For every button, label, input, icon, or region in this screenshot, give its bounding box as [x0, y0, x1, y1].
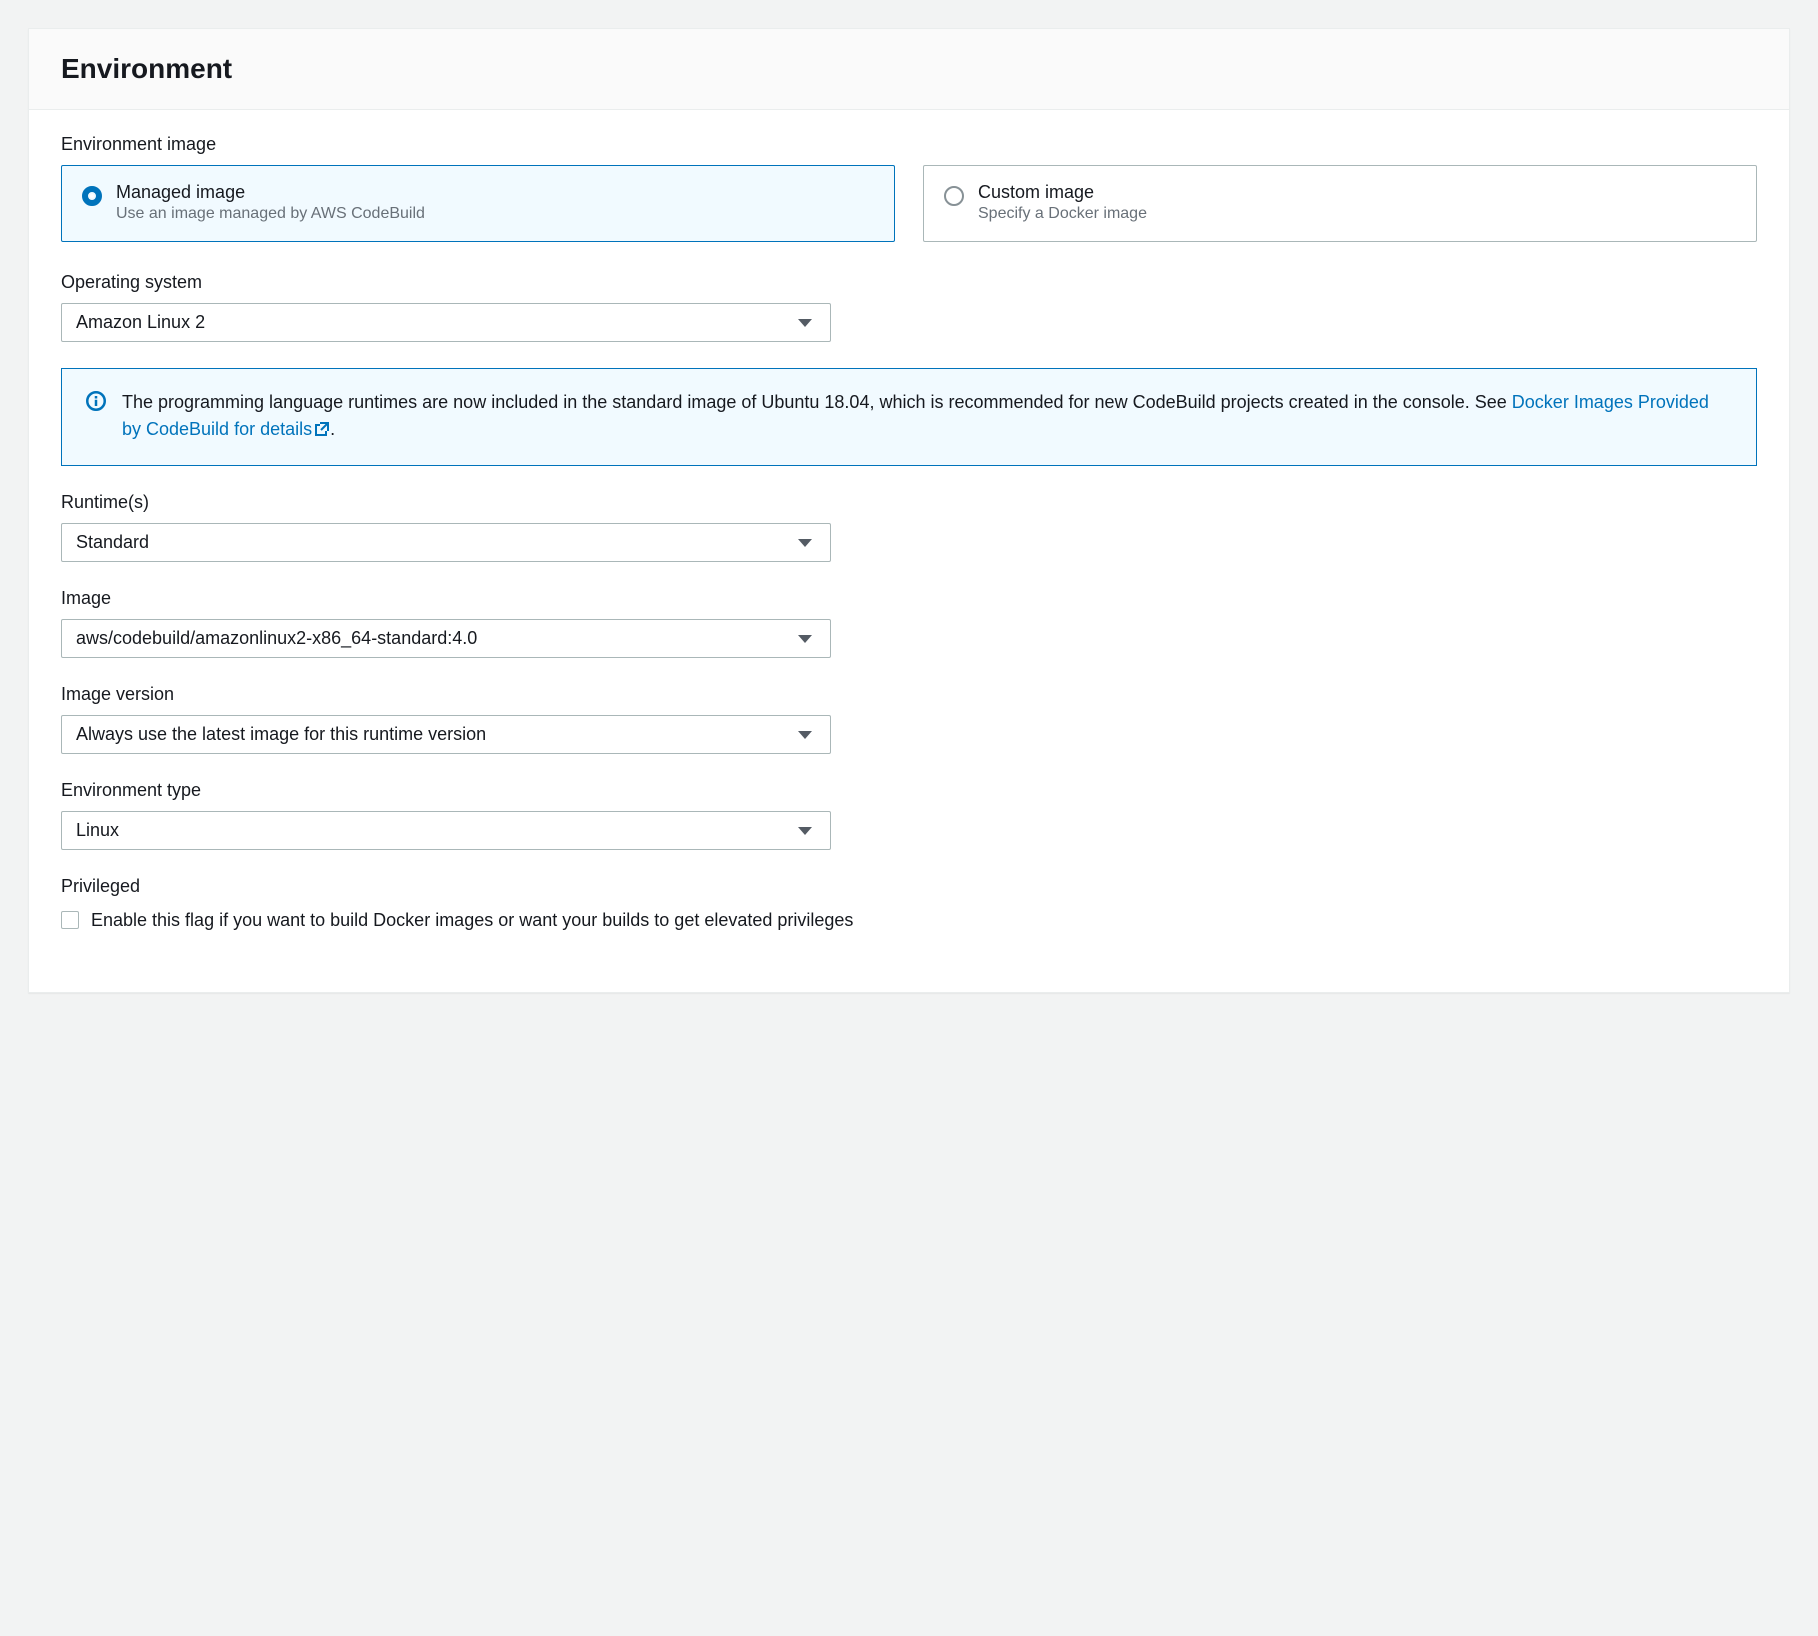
tile-managed-image[interactable]: Managed image Use an image managed by AW… [61, 165, 895, 242]
image-select[interactable]: aws/codebuild/amazonlinux2-x86_64-standa… [61, 619, 831, 658]
select-value: Amazon Linux 2 [76, 312, 205, 333]
caret-down-icon [798, 319, 812, 327]
runtimes-label: Runtime(s) [61, 492, 1757, 513]
panel-body: Environment image Managed image Use an i… [29, 110, 1789, 992]
info-text-suffix: . [330, 419, 335, 439]
privileged-checkbox[interactable] [61, 911, 79, 929]
caret-down-icon [798, 635, 812, 643]
image-version-group: Image version Always use the latest imag… [61, 684, 1757, 754]
operating-system-label: Operating system [61, 272, 1757, 293]
image-label: Image [61, 588, 1757, 609]
environment-type-label: Environment type [61, 780, 1757, 801]
info-text: The programming language runtimes are no… [122, 389, 1732, 445]
privileged-checkbox-row[interactable]: Enable this flag if you want to build Do… [61, 907, 1757, 934]
environment-image-group: Environment image Managed image Use an i… [61, 134, 1757, 242]
operating-system-select[interactable]: Amazon Linux 2 [61, 303, 831, 342]
operating-system-group: Operating system Amazon Linux 2 [61, 272, 1757, 342]
select-value: aws/codebuild/amazonlinux2-x86_64-standa… [76, 628, 477, 649]
tile-title: Custom image [978, 182, 1147, 203]
info-text-prefix: The programming language runtimes are no… [122, 392, 1512, 412]
environment-image-tiles: Managed image Use an image managed by AW… [61, 165, 1757, 242]
image-version-select[interactable]: Always use the latest image for this run… [61, 715, 831, 754]
info-icon [86, 389, 106, 445]
environment-type-group: Environment type Linux [61, 780, 1757, 850]
radio-icon [82, 186, 102, 206]
select-value: Linux [76, 820, 119, 841]
privileged-group: Privileged Enable this flag if you want … [61, 876, 1757, 934]
runtimes-group: Runtime(s) Standard [61, 492, 1757, 562]
environment-image-label: Environment image [61, 134, 1757, 155]
tile-desc: Specify a Docker image [978, 205, 1147, 223]
image-version-label: Image version [61, 684, 1757, 705]
tile-desc: Use an image managed by AWS CodeBuild [116, 205, 425, 223]
caret-down-icon [798, 539, 812, 547]
privileged-checkbox-label: Enable this flag if you want to build Do… [91, 907, 853, 934]
image-group: Image aws/codebuild/amazonlinux2-x86_64-… [61, 588, 1757, 658]
panel-header: Environment [29, 29, 1789, 110]
environment-type-select[interactable]: Linux [61, 811, 831, 850]
radio-icon [944, 186, 964, 206]
runtimes-select[interactable]: Standard [61, 523, 831, 562]
caret-down-icon [798, 827, 812, 835]
select-value: Standard [76, 532, 149, 553]
caret-down-icon [798, 731, 812, 739]
external-link-icon [314, 418, 330, 445]
environment-panel: Environment Environment image Managed im… [28, 28, 1790, 993]
tile-custom-image[interactable]: Custom image Specify a Docker image [923, 165, 1757, 242]
select-value: Always use the latest image for this run… [76, 724, 486, 745]
privileged-label: Privileged [61, 876, 1757, 897]
runtime-info-alert: The programming language runtimes are no… [61, 368, 1757, 466]
tile-title: Managed image [116, 182, 425, 203]
panel-title: Environment [61, 53, 1757, 85]
